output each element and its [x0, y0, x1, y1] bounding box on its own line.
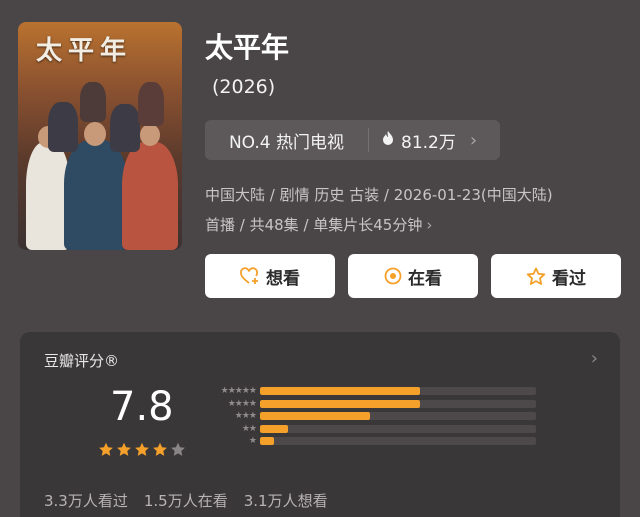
- poster-figure-head: [140, 124, 160, 146]
- show-title: 太平年: [205, 31, 290, 64]
- poster-figure: [64, 140, 128, 250]
- watching-count[interactable]: 1.5万人在看: [144, 490, 228, 511]
- rating-bar-track: [260, 412, 536, 421]
- chevron-right-icon[interactable]: ›: [591, 348, 598, 369]
- rating-bar-track: [260, 387, 536, 396]
- poster-figure-head: [84, 122, 106, 146]
- star-filled-icon: [98, 442, 114, 461]
- meta-episodes-text: 首播 / 共48集 / 单集片长45分钟: [205, 216, 423, 234]
- target-circle-icon: [384, 267, 402, 285]
- poster-figure: [138, 82, 164, 126]
- poster-figure: [110, 104, 140, 152]
- star-outline-icon: [526, 267, 546, 286]
- poster-figure: [48, 102, 78, 152]
- rating-bar-fill: [260, 387, 421, 396]
- heart-plus-icon: [240, 267, 260, 285]
- rating-score: 7.8: [110, 384, 174, 430]
- rating-bar-fill: [260, 412, 371, 421]
- rating-bar-track: [260, 437, 536, 446]
- rank-label: NO.4 热门电视: [228, 132, 345, 153]
- rating-bar-row: ★★★: [200, 410, 536, 423]
- want-to-watch-button[interactable]: 想看: [205, 254, 335, 298]
- rating-title: 豆瓣评分®: [44, 352, 120, 370]
- rating-bar-track: [260, 424, 536, 433]
- chevron-right-icon: ›: [426, 216, 433, 234]
- rating-bar-row: ★: [200, 435, 536, 448]
- rating-distribution: ★★★★★ ★★★★ ★★★ ★★ ★: [200, 385, 536, 448]
- want-to-watch-label: 想看: [266, 268, 300, 289]
- meta-region-genre-date: 中国大陆 / 剧情 历史 古装 / 2026-01-23(中国大陆): [205, 186, 553, 204]
- want-count[interactable]: 3.1万人想看: [244, 490, 328, 511]
- star-filled-icon: [134, 442, 150, 461]
- watched-button[interactable]: 看过: [491, 254, 621, 298]
- star-empty-icon: [170, 442, 186, 461]
- poster-image[interactable]: 太平年: [18, 22, 182, 250]
- rating-bar-row: ★★★★: [200, 398, 536, 411]
- ranking-box[interactable]: NO.4 热门电视 81.2万 ›: [205, 120, 500, 160]
- show-year: (2026): [212, 76, 276, 98]
- rating-bar-stars: ★★★★★: [220, 386, 257, 397]
- rating-bar-fill: [260, 437, 274, 446]
- watched-count[interactable]: 3.3万人看过: [44, 490, 128, 511]
- rating-bar-stars: ★★: [241, 423, 257, 434]
- poster-figure: [80, 82, 106, 122]
- star-filled-icon: [152, 442, 168, 461]
- poster-title: 太平年: [36, 36, 133, 66]
- rating-counts: 3.3万人看过 1.5万人在看 3.1万人想看: [44, 490, 328, 511]
- heat-indicator[interactable]: 81.2万 ›: [369, 128, 500, 153]
- rating-bar-stars: ★★★★: [227, 398, 257, 409]
- douban-rating-card[interactable]: 豆瓣评分® › 7.8 ★★★★★ ★★★★ ★★★ ★★ ★ 3.3万人看过 1.5万人…: [20, 332, 620, 517]
- meta-episodes[interactable]: 首播 / 共48集 / 单集片长45分钟 ›: [205, 214, 432, 235]
- rating-bar-stars: ★: [248, 436, 257, 447]
- watched-label: 看过: [552, 268, 586, 289]
- watching-button[interactable]: 在看: [348, 254, 478, 298]
- chevron-right-icon: ›: [469, 129, 478, 151]
- star-filled-icon: [116, 442, 132, 461]
- poster-figure: [122, 142, 178, 250]
- rating-bar-stars: ★★★: [234, 411, 257, 422]
- rating-bar-fill: [260, 424, 288, 433]
- rating-bar-row: ★★★★★: [200, 385, 536, 398]
- rating-bar-track: [260, 399, 536, 408]
- rating-bar-row: ★★: [200, 423, 536, 436]
- watching-label: 在看: [408, 268, 442, 289]
- rating-stars: [98, 442, 186, 461]
- heat-value: 81.2万: [401, 132, 456, 153]
- rating-bar-fill: [260, 399, 421, 408]
- flame-icon: [381, 130, 395, 151]
